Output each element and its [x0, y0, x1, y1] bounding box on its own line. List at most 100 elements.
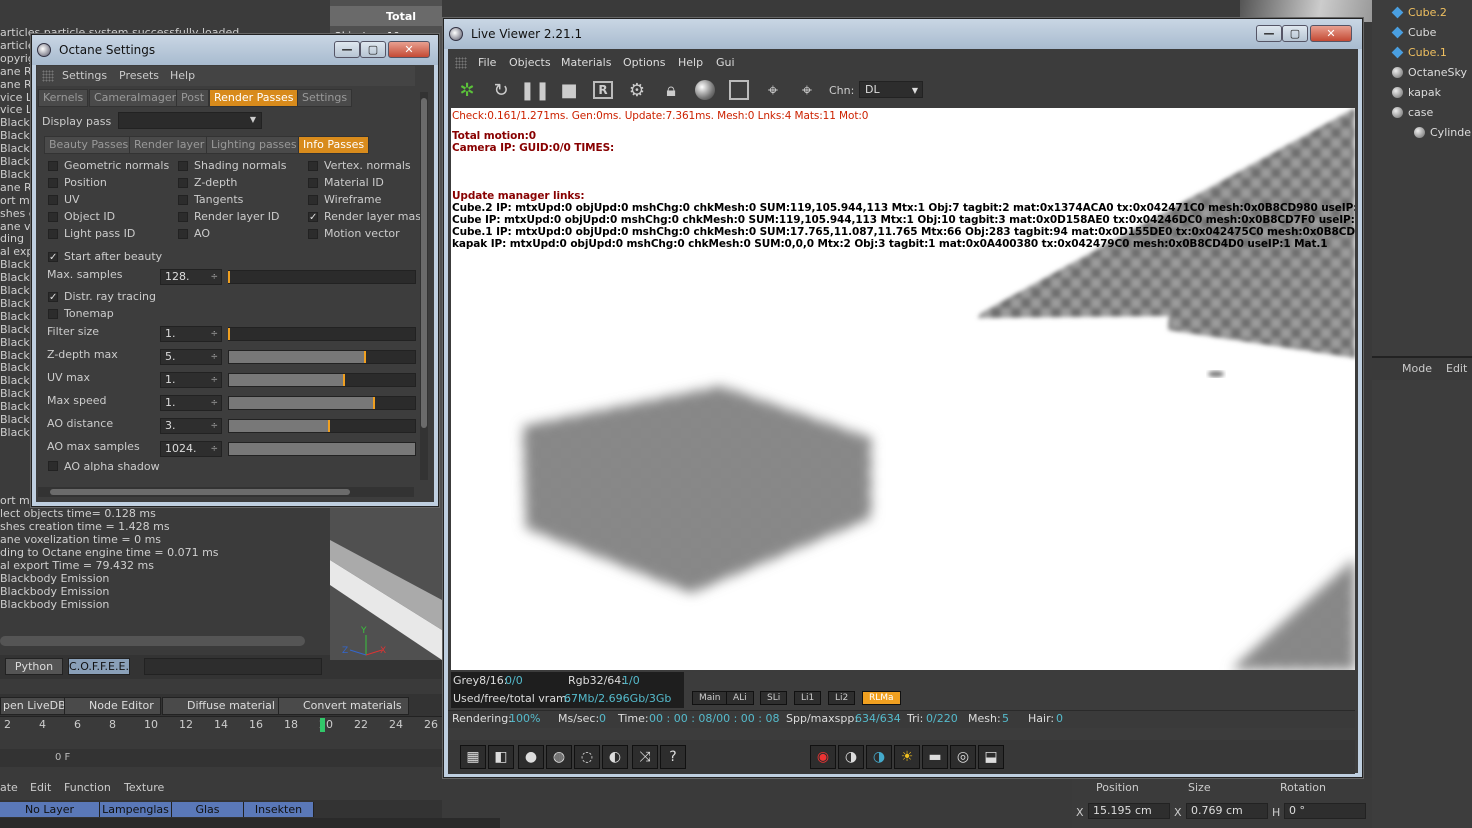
- maximize-button[interactable]: ▢: [360, 41, 386, 58]
- material-menu-item[interactable]: Function: [64, 781, 111, 794]
- grid-icon[interactable]: ▦: [460, 745, 486, 769]
- param-slider[interactable]: [228, 327, 416, 341]
- option-distr-ray-tracing[interactable]: ✓ Distr. ray tracing: [48, 290, 156, 303]
- coffee-tab[interactable]: C.O.F.F.E.E.: [68, 658, 130, 675]
- pass-chip[interactable]: SLi: [760, 691, 788, 705]
- pass-chip[interactable]: ALi: [726, 691, 754, 705]
- console-input[interactable]: [144, 658, 322, 675]
- param-field[interactable]: 1.: [160, 372, 222, 388]
- lv-menu-item[interactable]: Options: [623, 56, 665, 69]
- pass-checkbox[interactable]: Position: [48, 176, 107, 189]
- attr-mode-menu[interactable]: Mode: [1402, 362, 1432, 375]
- light-panel-icon[interactable]: ▬: [922, 745, 948, 769]
- option-tonemap[interactable]: Tonemap: [48, 307, 114, 320]
- octane-subtab-3[interactable]: Info Passes: [298, 136, 370, 154]
- pass-chip[interactable]: RLMa: [862, 691, 901, 705]
- pass-chip[interactable]: Li2: [828, 691, 856, 705]
- split-view-icon[interactable]: ◧: [488, 745, 514, 769]
- pass-chip[interactable]: Main: [692, 691, 728, 705]
- object-row-cylinder[interactable]: Cylinder: [1414, 122, 1472, 142]
- close-button[interactable]: ✕: [388, 41, 430, 58]
- lv-menu-item[interactable]: Gui: [716, 56, 735, 69]
- pass-checkbox[interactable]: Wireframe: [308, 193, 381, 206]
- pass-checkbox[interactable]: ✓ Render layer mask: [308, 210, 427, 223]
- pass-checkbox[interactable]: Object ID: [48, 210, 115, 223]
- size-x-field[interactable]: 0.769 cm: [1186, 803, 1268, 819]
- pass-checkbox[interactable]: Shading normals: [178, 159, 286, 172]
- slider-handle[interactable]: [343, 374, 346, 386]
- lv-menu-item[interactable]: Materials: [561, 56, 611, 69]
- pin-remove-icon[interactable]: ⌖: [795, 78, 819, 102]
- octane-tab-cameraimager[interactable]: CameraImager: [89, 89, 182, 107]
- param-slider[interactable]: [228, 396, 416, 410]
- param-slider[interactable]: [228, 442, 416, 456]
- stop-icon[interactable]: ■: [557, 78, 581, 102]
- channel-dropdown[interactable]: DL ▼: [859, 81, 923, 98]
- lock-icon[interactable]: 🔒︎: [659, 78, 683, 102]
- octane-tab-kernels[interactable]: Kernels: [38, 89, 89, 107]
- console-scrollbar[interactable]: [0, 636, 305, 646]
- layer-item[interactable]: Insekten: [244, 802, 314, 817]
- slider-handle[interactable]: [228, 328, 230, 340]
- region-icon[interactable]: [727, 78, 751, 102]
- slider-handle[interactable]: [228, 271, 230, 283]
- param-field[interactable]: 3.: [160, 418, 222, 434]
- sphere-specular-icon[interactable]: ◌: [574, 745, 600, 769]
- maximize-button[interactable]: ▢: [1282, 25, 1308, 42]
- r-icon[interactable]: R: [591, 78, 615, 102]
- param-field[interactable]: 1.: [160, 395, 222, 411]
- lv-menu-item[interactable]: Objects: [509, 56, 551, 69]
- octane-menu-item[interactable]: Help: [170, 69, 195, 82]
- lv-menu-item[interactable]: Help: [678, 56, 703, 69]
- octane-tab-post[interactable]: Post: [176, 89, 210, 107]
- option-start-after-beauty[interactable]: ✓ Start after beauty: [48, 250, 162, 263]
- param-field[interactable]: 128.: [160, 269, 222, 285]
- shuffle-icon[interactable]: ⤨: [632, 745, 658, 769]
- octane-tab-settings[interactable]: Settings: [297, 89, 353, 107]
- contrast-icon[interactable]: ◑: [838, 745, 864, 769]
- param-slider[interactable]: [228, 270, 416, 284]
- rotation-h-field[interactable]: 0 °: [1284, 803, 1366, 819]
- octane-subtab-1[interactable]: Render layer: [129, 136, 210, 154]
- bottom-tab-2[interactable]: Diffuse material: [162, 697, 282, 715]
- param-field[interactable]: 1.: [160, 326, 222, 342]
- lv-menu-item[interactable]: File: [478, 56, 496, 69]
- pass-checkbox[interactable]: Z-depth: [178, 176, 237, 189]
- octane-hscroll[interactable]: [38, 487, 414, 497]
- octane-subtab-0[interactable]: Beauty Passes: [44, 136, 134, 154]
- material-menu-item[interactable]: ate: [0, 781, 18, 794]
- object-row-case[interactable]: case: [1392, 102, 1433, 122]
- sphere-glossy-icon[interactable]: ◍: [546, 745, 572, 769]
- minimize-button[interactable]: —: [1256, 25, 1282, 42]
- octane-tab-render-passes[interactable]: Render Passes: [209, 89, 299, 107]
- material-menu-item[interactable]: Texture: [124, 781, 164, 794]
- bottom-tab-3[interactable]: Convert materials: [278, 697, 409, 715]
- attr-edit-menu[interactable]: Edit: [1446, 362, 1467, 375]
- target-icon[interactable]: ◎: [950, 745, 976, 769]
- position-x-field[interactable]: 15.195 cm: [1088, 803, 1170, 819]
- pass-chip[interactable]: Li1: [794, 691, 822, 705]
- live-viewer-titlebar[interactable]: Live Viewer 2.21.1: [444, 19, 1362, 49]
- octane-subtab-2[interactable]: Lighting passes: [206, 136, 302, 154]
- slider-handle[interactable]: [328, 420, 331, 432]
- octane-menu-item[interactable]: Presets: [119, 69, 159, 82]
- slider-handle[interactable]: [363, 351, 366, 363]
- minimize-button[interactable]: —: [334, 41, 360, 58]
- pin-icon[interactable]: ⌖: [761, 78, 785, 102]
- object-row-cube[interactable]: Cube: [1391, 22, 1436, 42]
- contrast-blue-icon[interactable]: ◑: [866, 745, 892, 769]
- sun-icon[interactable]: ☀: [894, 745, 920, 769]
- param-slider[interactable]: [228, 419, 416, 433]
- layer-item[interactable]: No Layer: [0, 802, 100, 817]
- param-field[interactable]: 1024.: [160, 441, 222, 457]
- portal-icon[interactable]: ⬓: [978, 745, 1004, 769]
- help-icon[interactable]: ?: [660, 745, 686, 769]
- bottom-tab-1[interactable]: Node Editor: [64, 697, 161, 715]
- gear-icon[interactable]: ⚙: [625, 78, 649, 102]
- pass-checkbox[interactable]: Geometric normals: [48, 159, 169, 172]
- layer-item[interactable]: Lampenglas: [100, 802, 172, 817]
- restart-icon[interactable]: ↻: [489, 78, 513, 102]
- object-row-kapak[interactable]: kapak: [1392, 82, 1441, 102]
- pass-checkbox[interactable]: Vertex. normals: [308, 159, 411, 172]
- sphere-dark-icon[interactable]: ◐: [602, 745, 628, 769]
